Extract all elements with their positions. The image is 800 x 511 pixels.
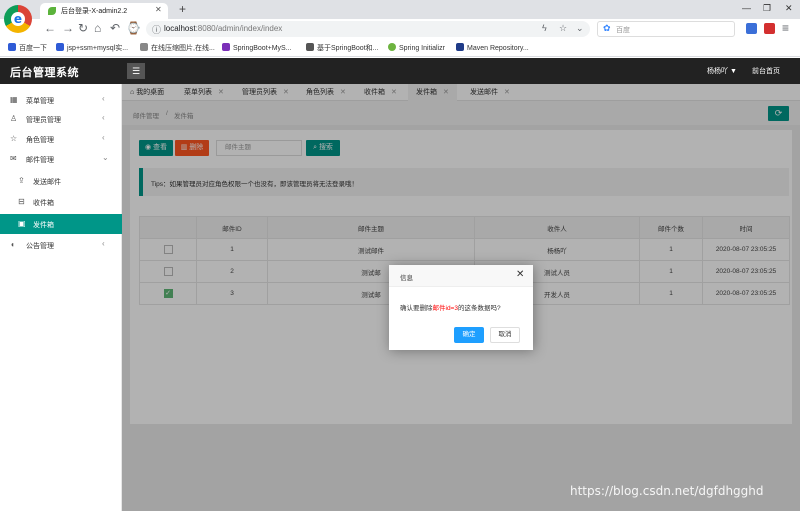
highlighted-id: 邮件id=3: [432, 305, 458, 312]
baidu-icon: ✿: [603, 23, 611, 33]
url-text[interactable]: localhost:8080/admin/index/index: [164, 24, 282, 33]
send-icon: ⇪: [18, 176, 25, 185]
outbox-icon: ▣: [18, 219, 26, 228]
browser-tabstrip: 后台登录-X-admin2.2 ✕ + — ❐ ✕: [0, 0, 800, 19]
back-icon[interactable]: ←: [44, 21, 56, 35]
close-window-icon[interactable]: ✕: [785, 3, 793, 14]
front-page-link[interactable]: 前台首页: [752, 66, 780, 76]
chevron-left-icon: ‹: [102, 133, 105, 142]
sidebar-item-inbox[interactable]: ⊟ 收件箱: [0, 192, 122, 212]
app-header: 后台管理系统 ☰ 杨杨吖 ▼ 前台首页: [0, 58, 800, 84]
chevron-down-icon[interactable]: ⌄: [576, 23, 584, 34]
extension-icon[interactable]: [764, 23, 775, 34]
sidebar-item-mail[interactable]: ✉ 邮件管理 ⌄: [0, 149, 122, 169]
chevron-left-icon: ‹: [102, 113, 105, 122]
app-title: 后台管理系统: [10, 67, 79, 79]
sidebar-item-label: 发件箱: [33, 222, 54, 229]
minimize-icon[interactable]: —: [742, 3, 751, 13]
menu-toggle-icon[interactable]: ☰: [127, 63, 145, 79]
sidebar-item-label: 邮件管理: [26, 157, 54, 164]
bookmark-item[interactable]: Spring Initializr: [388, 43, 445, 52]
forward-icon[interactable]: →: [62, 21, 74, 35]
new-tab-button[interactable]: +: [179, 2, 186, 16]
bookmark-star-icon[interactable]: ☆: [559, 23, 567, 34]
close-icon[interactable]: ✕: [516, 269, 524, 281]
browser-search-placeholder: 百度: [616, 27, 630, 34]
chevron-left-icon: ‹: [102, 94, 105, 103]
sidebar-item-label: 发送邮件: [33, 179, 61, 186]
extension-icon[interactable]: [746, 23, 757, 34]
bookmark-item[interactable]: Maven Repository...: [456, 43, 529, 52]
sidebar-item-label: 收件箱: [33, 200, 54, 207]
sidebar-item-outbox[interactable]: ▣ 发件箱: [0, 214, 122, 234]
mail-icon: ✉: [10, 154, 17, 163]
bookmarks-bar: 百度一下 jsp+ssm+mysql实... 在线压缩图片,在线... Spri…: [0, 39, 800, 57]
home-icon[interactable]: ⌂: [94, 21, 101, 35]
speaker-icon: ◖: [10, 240, 15, 249]
sidebar-item-admin[interactable]: ♙ 管理员管理 ‹: [0, 109, 122, 129]
sidebar-item-label: 管理员管理: [26, 117, 61, 124]
bolt-icon[interactable]: ϟ: [542, 23, 547, 33]
sidebar-item-label: 角色管理: [26, 137, 54, 144]
watermark: https://blog.csdn.net/dgfdhgghd: [570, 484, 764, 498]
inbox-icon: ⊟: [18, 197, 25, 206]
cancel-button[interactable]: 取消: [490, 327, 520, 343]
sidebar-item-menu[interactable]: ▦ 菜单管理 ‹: [0, 90, 122, 110]
sidebar-item-label: 菜单管理: [26, 98, 54, 105]
browser-search-box[interactable]: ✿ 百度: [597, 21, 735, 37]
browser-toolbar: ← → ↻ ⌂ ↶ ⌚ ⓘ localhost:8080/admin/index…: [0, 19, 800, 39]
dialog-header: 信息 ✕: [389, 265, 533, 287]
reload-icon[interactable]: ↻: [78, 21, 88, 35]
sidebar-item-notice[interactable]: ◖ 公告管理 ‹: [0, 235, 122, 255]
sidebar-item-label: 公告管理: [26, 243, 54, 250]
dialog-message: 确认要删除邮件id=3的这条数据吗?: [400, 305, 501, 312]
confirm-button[interactable]: 确定: [454, 327, 484, 343]
bookmark-item[interactable]: SpringBoot+MyS...: [222, 43, 292, 52]
restore-icon[interactable]: ❐: [763, 3, 771, 14]
menu-icon[interactable]: ≡: [782, 21, 789, 35]
bookmark-item[interactable]: jsp+ssm+mysql实...: [56, 43, 128, 53]
user-icon: ♙: [10, 114, 18, 123]
chevron-left-icon: ‹: [102, 239, 105, 248]
confirm-dialog: 信息 ✕ 确认要删除邮件id=3的这条数据吗? 确定 取消: [389, 265, 533, 350]
bookmark-item[interactable]: 百度一下: [8, 43, 47, 53]
undo-icon[interactable]: ↶: [110, 21, 120, 35]
browser-logo-icon: e: [4, 5, 32, 33]
grid-icon: ▦: [10, 95, 18, 104]
sidebar-item-role[interactable]: ☆ 角色管理 ‹: [0, 129, 122, 149]
dialog-title: 信息: [400, 275, 413, 282]
browser-tab-title: 后台登录-X-admin2.2: [61, 8, 128, 15]
address-bar[interactable]: ⓘ localhost:8080/admin/index/index ϟ ☆ ⌄: [146, 21, 590, 37]
info-icon[interactable]: ⓘ: [152, 23, 161, 36]
history-icon[interactable]: ⌚: [126, 21, 141, 35]
sidebar: ▦ 菜单管理 ‹ ♙ 管理员管理 ‹ ☆ 角色管理 ‹ ✉ 邮件管理 ⌄ ⇪ 发…: [0, 84, 122, 511]
user-menu[interactable]: 杨杨吖 ▼: [707, 66, 737, 76]
bookmark-item[interactable]: 基于SpringBoot和...: [306, 43, 378, 53]
chevron-down-icon: ⌄: [102, 153, 109, 162]
star-icon: ☆: [10, 134, 18, 143]
close-tab-icon[interactable]: ✕: [155, 5, 162, 14]
sidebar-item-send-mail[interactable]: ⇪ 发送邮件: [0, 171, 122, 191]
browser-tab[interactable]: 后台登录-X-admin2.2 ✕: [40, 3, 168, 19]
leaf-icon: [48, 7, 56, 15]
bookmark-item[interactable]: 在线压缩图片,在线...: [140, 43, 215, 53]
